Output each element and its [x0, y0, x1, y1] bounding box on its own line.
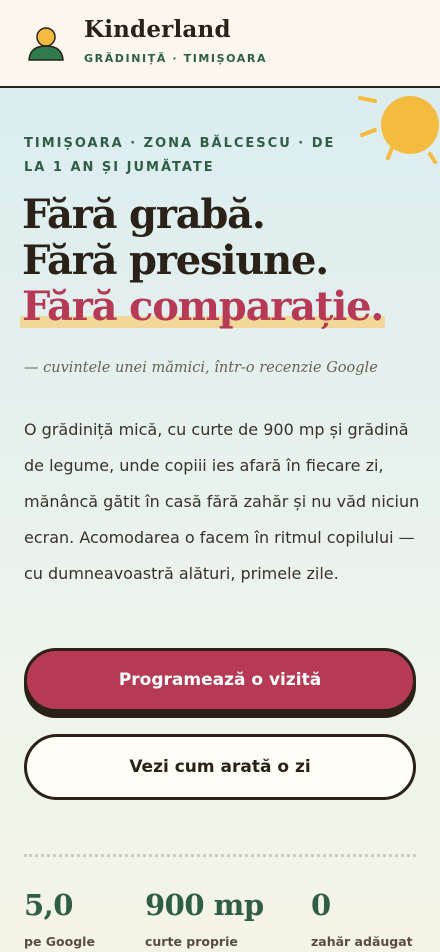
headline-accent: Fără comparație. — [19, 283, 386, 330]
site-header: Kinderland GRĂDINIȚĂ · TIMIȘOARA — [0, 0, 440, 88]
see-a-day-button[interactable]: Vezi cum arată o zi — [24, 734, 416, 800]
brand-subtitle: GRĂDINIȚĂ · TIMIȘOARA — [84, 52, 268, 65]
stat-label: curte proprie — [145, 934, 238, 949]
stat-rating: 5,0 pe Google — [24, 888, 95, 949]
stat-sugar: 0 zahăr adăugat — [311, 888, 413, 949]
schedule-visit-button[interactable]: Programează o vizită — [24, 648, 416, 712]
hero-section: TIMIȘOARA · ZONA BĂLCESCU · DE LA 1 AN Ș… — [0, 88, 440, 952]
sun-icon — [358, 96, 439, 164]
stat-value: 900 mp — [145, 888, 264, 922]
review-quote: — cuvintele unei mămici, într-o recenzie… — [24, 360, 378, 376]
headline-line-2: Fără presiune. — [22, 237, 329, 284]
location-eyebrow: TIMIȘOARA · ZONA BĂLCESCU · DE LA 1 AN Ș… — [24, 136, 336, 175]
stat-label: pe Google — [24, 934, 95, 949]
dotted-divider — [24, 854, 416, 857]
hero-description: O grădiniță mică, cu curte de 900 mp și … — [24, 420, 420, 583]
stat-yard: 900 mp curte proprie — [145, 888, 264, 949]
brand-name[interactable]: Kinderland — [84, 16, 231, 43]
child-avatar-icon[interactable] — [26, 26, 66, 62]
stat-value: 0 — [311, 888, 331, 922]
stat-label: zahăr adăugat — [311, 934, 413, 949]
hero-headline: Fără grabă. Fără presiune. Fără comparaț… — [19, 191, 432, 330]
stat-value: 5,0 — [24, 888, 73, 922]
headline-line-1: Fără grabă. — [22, 191, 266, 238]
